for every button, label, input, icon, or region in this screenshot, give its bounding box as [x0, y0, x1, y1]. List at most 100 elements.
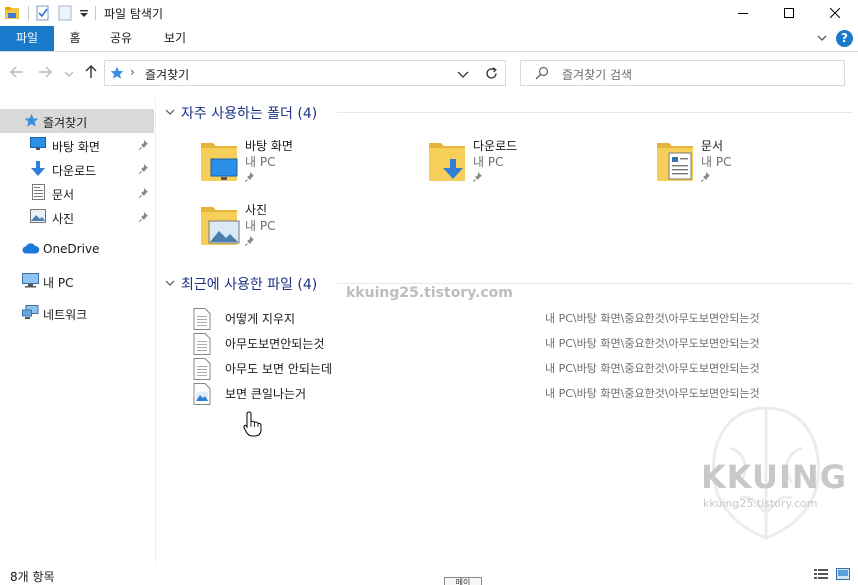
details-view-button[interactable]: [814, 568, 828, 583]
folder-name: 바탕 화면: [245, 139, 293, 153]
up-arrow-icon: [85, 65, 97, 78]
maximize-icon: [784, 8, 794, 18]
nav-item-label: 네트워크: [43, 308, 88, 322]
file-name: 어떻게 지우지: [225, 312, 296, 326]
close-icon: [830, 8, 840, 18]
file-path: 내 PC\바탕 화면\중요한것\아무도보면안되는것: [545, 337, 760, 350]
recent-file-row[interactable]: 아무도보면안되는것 내 PC\바탕 화면\중요한것\아무도보면안되는것: [193, 331, 813, 355]
text-file-icon: [193, 333, 211, 358]
minimize-button[interactable]: [720, 0, 766, 26]
pin-icon: [472, 171, 483, 185]
nav-item-onedrive[interactable]: OneDrive: [0, 237, 154, 261]
folder-tile-documents[interactable]: 문서 내 PC: [655, 137, 855, 197]
close-button[interactable]: [812, 0, 858, 26]
pictures-icon: [30, 209, 46, 225]
large-icons-view-button[interactable]: [836, 568, 850, 583]
recent-locations-button[interactable]: [64, 68, 74, 82]
nav-item-desktop[interactable]: 바탕 화면: [0, 133, 154, 157]
watermark-logo: KKUING: [701, 458, 847, 496]
desktop-folder-icon: [199, 137, 241, 185]
folder-tile-desktop[interactable]: 바탕 화면 내 PC: [199, 137, 399, 197]
quick-access-toolbar: [0, 0, 102, 26]
folder-tile-downloads[interactable]: 다운로드 내 PC: [427, 137, 627, 197]
folder-location: 내 PC: [701, 155, 732, 169]
file-name: 아무도 보면 안되는데: [225, 362, 332, 376]
file-name: 아무도보면안되는것: [225, 337, 325, 351]
address-dropdown-icon[interactable]: [457, 69, 469, 83]
customize-toolbar-icon[interactable]: [79, 5, 89, 21]
expand-ribbon-icon[interactable]: [816, 32, 828, 47]
file-path: 내 PC\바탕 화면\중요한것\아무도보면안되는것: [545, 362, 760, 375]
folder-app-icon: [4, 5, 20, 21]
nav-item-network[interactable]: 네트워크: [0, 301, 154, 325]
nav-item-label: OneDrive: [43, 242, 100, 256]
folder-location: 내 PC: [245, 155, 276, 169]
tab-file[interactable]: 파일: [0, 26, 54, 51]
download-icon: [31, 161, 47, 177]
address-bar[interactable]: › 즐겨찾기: [104, 60, 506, 86]
pin-icon: [138, 187, 149, 201]
document-folder-icon: [655, 137, 697, 185]
frequent-folders-header[interactable]: 자주 사용하는 폴더 (4): [165, 103, 317, 123]
search-icon: [535, 66, 549, 83]
file-name: 보면 큰일나는거: [225, 387, 307, 401]
watermark-logo-sub: kkuing25.tistory.com: [703, 497, 818, 510]
recent-file-row[interactable]: 아무도 보면 안되는데 내 PC\바탕 화면\중요한것\아무도보면안되는것: [193, 356, 813, 380]
back-arrow-icon: [10, 66, 23, 78]
title-bar: 파일 탐색기: [0, 0, 858, 26]
pin-icon: [138, 139, 149, 153]
group-divider: [337, 283, 852, 284]
minimize-icon: [738, 13, 748, 14]
document-icon: [32, 184, 48, 200]
tab-home[interactable]: 홈: [60, 26, 90, 51]
large-icons-view-icon: [836, 568, 850, 580]
nav-item-quick-access[interactable]: 즐겨찾기: [0, 109, 154, 133]
desktop-icon: [30, 137, 46, 153]
pin-icon: [244, 235, 255, 249]
group-title: 자주 사용하는 폴더 (4): [181, 106, 318, 122]
address-row: › 즐겨찾기 즐겨찾기 검색: [0, 53, 858, 93]
ribbon: 파일 홈 공유 보기 ?: [0, 26, 858, 52]
search-placeholder: 즐겨찾기 검색: [562, 68, 633, 82]
toolbar-divider: [95, 6, 96, 20]
details-view-icon: [814, 569, 828, 579]
nav-item-pictures[interactable]: 사진: [0, 205, 154, 229]
pin-icon: [138, 211, 149, 225]
nav-item-documents[interactable]: 문서: [0, 181, 154, 205]
up-button[interactable]: [84, 65, 98, 82]
folder-name: 다운로드: [473, 139, 518, 153]
tab-share[interactable]: 공유: [104, 26, 138, 51]
nav-item-downloads[interactable]: 다운로드: [0, 157, 154, 181]
new-folder-icon[interactable]: [57, 5, 73, 21]
tooltip-fragment: 메이: [444, 577, 482, 585]
download-folder-icon: [427, 137, 469, 185]
help-button[interactable]: ?: [836, 30, 853, 47]
collapse-chevron-icon: [165, 105, 175, 121]
computer-icon: [22, 273, 39, 289]
network-icon: [22, 305, 39, 321]
properties-icon[interactable]: [35, 5, 51, 21]
recent-files-header[interactable]: 최근에 사용한 파일 (4): [165, 274, 317, 294]
forward-button[interactable]: [38, 65, 52, 82]
file-path: 내 PC\바탕 화면\중요한것\아무도보면안되는것: [545, 312, 760, 325]
folder-location: 내 PC: [245, 219, 276, 233]
recent-file-row[interactable]: 어떻게 지우지 내 PC\바탕 화면\중요한것\아무도보면안되는것: [193, 306, 813, 330]
maximize-button[interactable]: [766, 0, 812, 26]
pin-icon: [138, 163, 149, 177]
refresh-button[interactable]: [478, 60, 506, 86]
search-box[interactable]: 즐겨찾기 검색: [520, 60, 845, 86]
breadcrumb-quick-access[interactable]: 즐겨찾기: [145, 66, 189, 83]
status-bar: 8개 항목 메이: [0, 563, 858, 585]
nav-item-label: 사진: [52, 212, 75, 226]
nav-item-this-pc[interactable]: 내 PC: [0, 269, 154, 293]
star-icon: [110, 66, 124, 83]
tab-view[interactable]: 보기: [158, 26, 192, 51]
forward-arrow-icon: [39, 66, 52, 78]
nav-item-label: 즐겨찾기: [43, 116, 88, 130]
back-button[interactable]: [10, 65, 24, 82]
image-file-icon: [193, 383, 211, 408]
folder-tile-pictures[interactable]: 사진 내 PC: [199, 201, 399, 261]
folder-location: 내 PC: [473, 155, 504, 169]
nav-item-label: 내 PC: [43, 276, 74, 290]
window-controls: [720, 0, 858, 26]
